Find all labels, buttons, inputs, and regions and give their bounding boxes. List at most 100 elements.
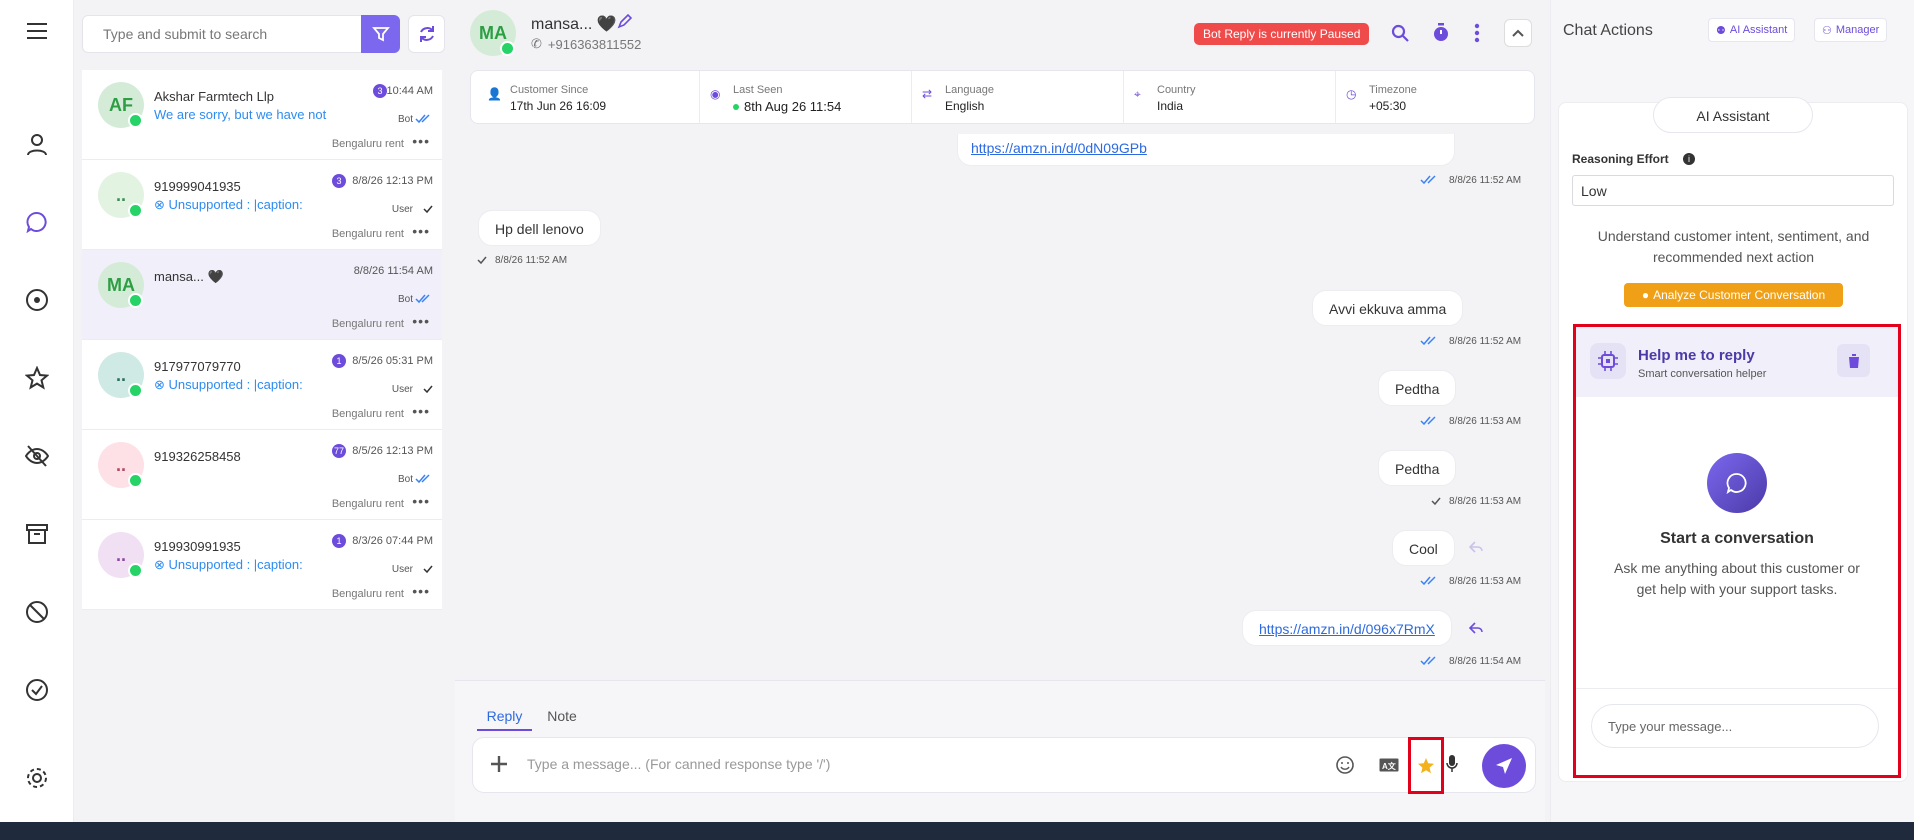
translate-icon[interactable]: A文	[1379, 758, 1399, 772]
block-icon[interactable]	[20, 595, 54, 629]
reply-icon[interactable]	[1469, 541, 1483, 553]
location-icon: ⌖	[1134, 87, 1141, 101]
info-icon[interactable]: i	[1683, 153, 1695, 165]
phone-number: +916363811552	[547, 36, 642, 52]
analyze-description: Understand customer intent, sentiment, a…	[1597, 228, 1870, 265]
collapse-button[interactable]	[1504, 19, 1532, 47]
conversation-time: 8/5/26 12:13 PM	[352, 445, 433, 457]
more-options-icon[interactable]: •••	[412, 314, 430, 328]
sent-tick-icon	[423, 384, 433, 394]
timer-icon[interactable]	[1432, 23, 1450, 43]
menu-icon[interactable]	[20, 14, 54, 48]
info-value-text: India	[1157, 99, 1184, 113]
info-value: English	[945, 99, 984, 113]
more-options-icon[interactable]: •••	[412, 404, 430, 418]
tab-note[interactable]: Note	[545, 699, 579, 731]
conversation-role: Bot	[397, 294, 413, 305]
start-conversation-title: Start a conversation	[1660, 530, 1814, 547]
info-field: ⇄ Language English	[911, 71, 1123, 123]
contacts-icon[interactable]	[20, 128, 54, 162]
message-link[interactable]: https://amzn.in/d/0dN09GPb	[971, 140, 1147, 156]
emoji-icon[interactable]	[1335, 755, 1355, 775]
more-options-icon[interactable]: •••	[412, 224, 430, 238]
conversation-location: Bengaluru rent	[331, 318, 404, 330]
ai-star-button[interactable]	[1408, 737, 1444, 794]
message-link[interactable]: https://amzn.in/d/096x7RmX	[1259, 621, 1435, 637]
sent-tick-icon	[423, 204, 433, 214]
assistant-message-input[interactable]: Type your message...	[1591, 704, 1879, 748]
analyze-button[interactable]: ● Analyze Customer Conversation	[1624, 283, 1843, 307]
help-reply-widget: Help me to reply Smart conversation help…	[1573, 324, 1901, 778]
message-text: Pedtha	[1395, 461, 1440, 477]
conversation-item[interactable]: MA mansa... 🖤 8/8/26 11:54 AM Bot Bengal…	[82, 250, 442, 340]
conversation-item[interactable]: .. 919999041935 ⊗ Unsupported : |caption…	[82, 160, 442, 250]
check-circle-icon[interactable]	[20, 673, 54, 707]
user-since-icon: 👤	[487, 87, 502, 101]
send-icon	[1496, 758, 1512, 774]
filter-button[interactable]	[361, 15, 400, 53]
send-button[interactable]	[1482, 744, 1526, 788]
more-options-icon[interactable]	[1474, 23, 1480, 43]
chevron-up-icon	[1512, 29, 1524, 37]
message-bubble: https://amzn.in/d/096x7RmX	[1242, 610, 1452, 646]
message-time: 8/8/26 11:54 AM	[1449, 656, 1522, 667]
chat-actions-panel: Chat Actions ⚉ AI Assistant ⚇ Manager AI A…	[1550, 0, 1914, 822]
more-options-icon[interactable]: •••	[412, 494, 430, 508]
message-time: 8/8/26 11:52 AM	[1449, 336, 1522, 347]
whatsapp-icon	[128, 563, 143, 578]
conversation-item[interactable]: .. 917977079770 ⊗ Unsupported : |caption…	[82, 340, 442, 430]
star-icon[interactable]	[20, 361, 54, 395]
conversation-preview: ⊗ Unsupported : |caption:	[154, 377, 303, 393]
message-bubble: https://amzn.in/d/0dN09GPb	[957, 134, 1455, 166]
sent-tick-icon	[1431, 496, 1441, 506]
microphone-icon[interactable]	[1446, 755, 1458, 773]
whatsapp-icon	[128, 203, 143, 218]
search-icon[interactable]	[1391, 24, 1409, 42]
more-options-icon[interactable]: •••	[412, 134, 430, 148]
refresh-button[interactable]	[408, 15, 445, 53]
archive-icon[interactable]	[20, 517, 54, 551]
tab-ai-assistant[interactable]: AI Assistant	[1653, 97, 1813, 133]
preview-text: Unsupported : |caption:	[168, 557, 303, 572]
plus-icon[interactable]	[489, 754, 509, 774]
conversation-time: 10:44 AM	[386, 85, 433, 97]
settings-icon[interactable]	[20, 761, 54, 795]
conversation-preview: We are sorry, but we have not	[154, 107, 326, 122]
conversation-item[interactable]: .. 919326258458 77 8/5/26 12:13 PM Bot B…	[82, 430, 442, 520]
conversation-item[interactable]: .. 919930991935 ⊗ Unsupported : |caption…	[82, 520, 442, 610]
left-nav	[0, 0, 74, 822]
language-icon: ⇄	[922, 87, 933, 101]
search-input[interactable]: Type and submit to search	[82, 15, 362, 53]
reply-icon[interactable]	[1469, 622, 1483, 634]
svg-text:A文: A文	[1382, 761, 1397, 771]
delete-button[interactable]	[1837, 344, 1870, 377]
tab-reply[interactable]: Reply	[477, 699, 532, 731]
more-options-icon[interactable]: •••	[412, 584, 430, 598]
conversation-name: 919326258458	[154, 449, 241, 464]
read-tick-icon	[1420, 175, 1440, 185]
read-tick-icon	[415, 114, 433, 124]
ai-assistant-button[interactable]: ⚉ AI Assistant	[1708, 18, 1796, 42]
contact-phone: ✆ +916363811552	[531, 36, 641, 52]
whatsapp-icon	[128, 473, 143, 488]
user-gear-icon: ⚇	[1822, 24, 1832, 37]
eye-off-icon[interactable]	[20, 439, 54, 473]
read-tick-icon	[1420, 336, 1440, 346]
conversation-item[interactable]: AF Akshar Farmtech Llp We are sorry, but…	[82, 70, 442, 160]
reasoning-select[interactable]: Low	[1572, 175, 1894, 206]
analyze-label: Analyze Customer Conversation	[1653, 288, 1826, 302]
conversation-role: User	[391, 204, 413, 215]
chat-icon[interactable]	[20, 205, 54, 239]
conversation-location: Bengaluru rent	[331, 408, 404, 420]
message-bubble: Pedtha	[1378, 370, 1457, 406]
edit-icon[interactable]	[617, 14, 632, 29]
bot-status-badge[interactable]: Bot Reply is currently Paused	[1194, 23, 1370, 45]
message-text: Pedtha	[1395, 381, 1440, 397]
start-conversation-desc: Ask me anything about this customer or g…	[1614, 560, 1860, 597]
message-time: 8/8/26 11:52 AM	[495, 255, 568, 266]
info-label: Country	[1157, 84, 1196, 96]
conversation-role: Bot	[397, 114, 413, 125]
chip-icon	[1590, 343, 1626, 379]
manager-button[interactable]: ⚇ Manager	[1814, 18, 1888, 42]
target-icon[interactable]	[20, 283, 54, 317]
